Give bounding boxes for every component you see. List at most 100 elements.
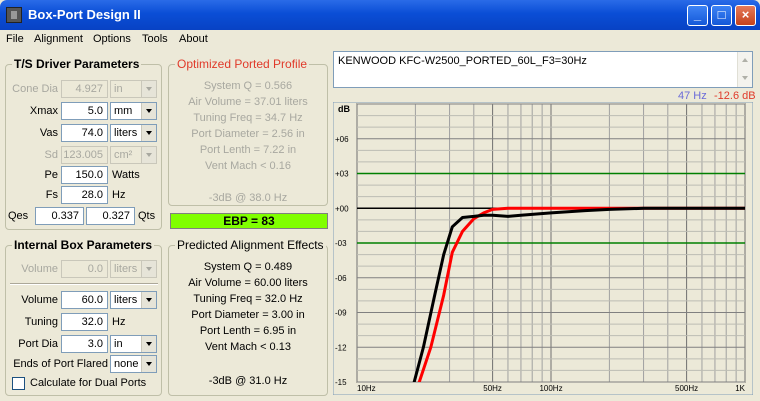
menu-alignment[interactable]: Alignment [34, 33, 83, 45]
y-tick-label: +06 [335, 135, 349, 144]
fs-input[interactable]: 28.0 [61, 186, 108, 204]
pred-tuning-freq: Tuning Freq = 32.0 Hz [193, 293, 303, 305]
opt-f3: -3dB @ 38.0 Hz [208, 192, 288, 204]
cone-dia-unit: in [114, 83, 123, 95]
menu-file[interactable]: File [6, 33, 24, 45]
chevron-down-icon [141, 81, 156, 97]
cone-dia-unit-select[interactable]: in [110, 80, 157, 98]
pred-f3: -3dB @ 31.0 Hz [208, 375, 288, 387]
y-tick-label: +00 [335, 204, 349, 213]
pe-input[interactable]: 150.0 [61, 166, 108, 184]
menu-tools[interactable]: Tools [142, 33, 168, 45]
cursor-frequency: 47 Hz [678, 90, 707, 102]
menu-about[interactable]: About [179, 33, 208, 45]
pe-unit: Watts [112, 169, 140, 181]
vas-label: Vas [39, 127, 58, 139]
close-button[interactable]: × [735, 5, 756, 26]
volume-disabled-label: Volume [21, 263, 58, 275]
volume-label: Volume [21, 294, 58, 306]
vas-input[interactable]: 74.0 [61, 124, 108, 142]
menu-options[interactable]: Options [93, 33, 131, 45]
fs-unit: Hz [112, 189, 126, 201]
volume-input[interactable]: 60.0 [61, 291, 108, 309]
chevron-down-icon [141, 356, 156, 372]
flared-label: Ends of Port Flared [13, 358, 108, 370]
chevron-down-icon [141, 103, 156, 119]
divider [10, 283, 158, 285]
description-scrollbar[interactable] [737, 52, 752, 87]
x-tick-label: 1K [735, 384, 745, 393]
sd-input[interactable]: 123.005 [61, 146, 108, 164]
qts-label: Qts [138, 210, 156, 222]
optimized-profile-title: Optimized Ported Profile [175, 57, 310, 71]
x-tick-label: 50Hz [483, 384, 502, 393]
pred-air-volume: Air Volume = 60.00 liters [188, 277, 308, 289]
cone-dia-input[interactable]: 4.927 [61, 80, 108, 98]
volume-disabled-input[interactable]: 0.0 [61, 260, 108, 278]
y-tick-label: -12 [335, 343, 347, 352]
x-tick-label: 100Hz [539, 384, 562, 393]
opt-tuning-freq: Tuning Freq = 34.7 Hz [193, 112, 303, 124]
y-tick-label: +03 [335, 170, 349, 179]
volume-disabled-unit: liters [114, 263, 138, 275]
ts-driver-title: T/S Driver Parameters [12, 57, 142, 71]
frequency-response-chart[interactable]: +06 +03 +00 -03 -06 -09 -12 -15 10Hz 50Hz 100Hz 50… [333, 102, 753, 395]
maximize-button[interactable]: □ [711, 5, 732, 26]
opt-port-length: Port Lenth = 7.22 in [199, 144, 297, 156]
xmax-unit-select[interactable]: mm [110, 102, 157, 120]
description-text: KENWOOD KFC-W2500_PORTED_60L_F3=30Hz [338, 55, 587, 67]
x-tick-label: 10Hz [357, 384, 376, 393]
qts-input[interactable]: 0.327 [86, 207, 135, 225]
cone-dia-label: Cone Dia [12, 83, 58, 95]
chevron-down-icon[interactable] [742, 76, 748, 80]
port-dia-unit-select[interactable]: in [110, 335, 157, 353]
opt-vent-mach: Vent Mach < 0.16 [205, 160, 291, 172]
dual-ports-checkbox[interactable] [12, 377, 25, 390]
y-axis-label: dB [338, 104, 350, 114]
opt-port-diameter: Port Diameter = 2.56 in [191, 128, 305, 140]
xmax-unit: mm [114, 105, 133, 117]
window-title: Box-Port Design II [28, 7, 141, 22]
minimize-button[interactable]: _ [687, 5, 708, 26]
chevron-down-icon [141, 261, 156, 277]
tuning-unit: Hz [112, 316, 126, 328]
tuning-label: Tuning [24, 316, 58, 328]
flared-value: none [114, 358, 139, 370]
qes-input[interactable]: 0.337 [35, 207, 84, 225]
chevron-up-icon[interactable] [742, 58, 748, 62]
port-dia-label: Port Dia [18, 338, 58, 350]
port-dia-input[interactable]: 3.0 [61, 335, 108, 353]
title-bar[interactable]: Box-Port Design II _ □ × [0, 0, 760, 30]
fs-label: Fs [45, 189, 58, 201]
vas-unit-select[interactable]: liters [110, 124, 157, 142]
sd-unit-select[interactable]: cm² [110, 146, 157, 164]
pred-port-length: Port Lenth = 6.95 in [199, 325, 297, 337]
tuning-input[interactable]: 32.0 [61, 313, 108, 331]
volume-disabled-unit-select[interactable]: liters [110, 260, 157, 278]
vas-unit: liters [114, 127, 138, 139]
opt-air-volume: Air Volume = 37.01 liters [188, 96, 308, 108]
x-tick-label: 500Hz [675, 384, 698, 393]
description-textarea[interactable]: KENWOOD KFC-W2500_PORTED_60L_F3=30Hz [333, 51, 753, 88]
xmax-input[interactable]: 5.0 [61, 102, 108, 120]
xmax-label: Xmax [29, 105, 58, 117]
dual-ports-label: Calculate for Dual Ports [30, 377, 147, 389]
pred-port-diameter: Port Diameter = 3.00 in [191, 309, 305, 321]
y-tick-label: -09 [335, 309, 347, 318]
app-icon[interactable] [6, 7, 22, 23]
pred-vent-mach: Vent Mach < 0.13 [205, 341, 291, 353]
volume-unit: liters [114, 294, 138, 306]
flared-select[interactable]: none [110, 355, 157, 373]
y-tick-label: -06 [335, 274, 347, 283]
chevron-down-icon [141, 336, 156, 352]
sd-label: Sd [44, 149, 58, 161]
cursor-level: -12.6 dB [714, 90, 756, 102]
pe-label: Pe [44, 169, 58, 181]
chevron-down-icon [141, 125, 156, 141]
volume-unit-select[interactable]: liters [110, 291, 157, 309]
predicted-title: Predicted Alignment Effects [175, 238, 326, 252]
chevron-down-icon [141, 292, 156, 308]
sd-unit: cm² [114, 149, 133, 161]
chevron-down-icon [141, 147, 156, 163]
box-params-title: Internal Box Parameters [12, 238, 155, 252]
